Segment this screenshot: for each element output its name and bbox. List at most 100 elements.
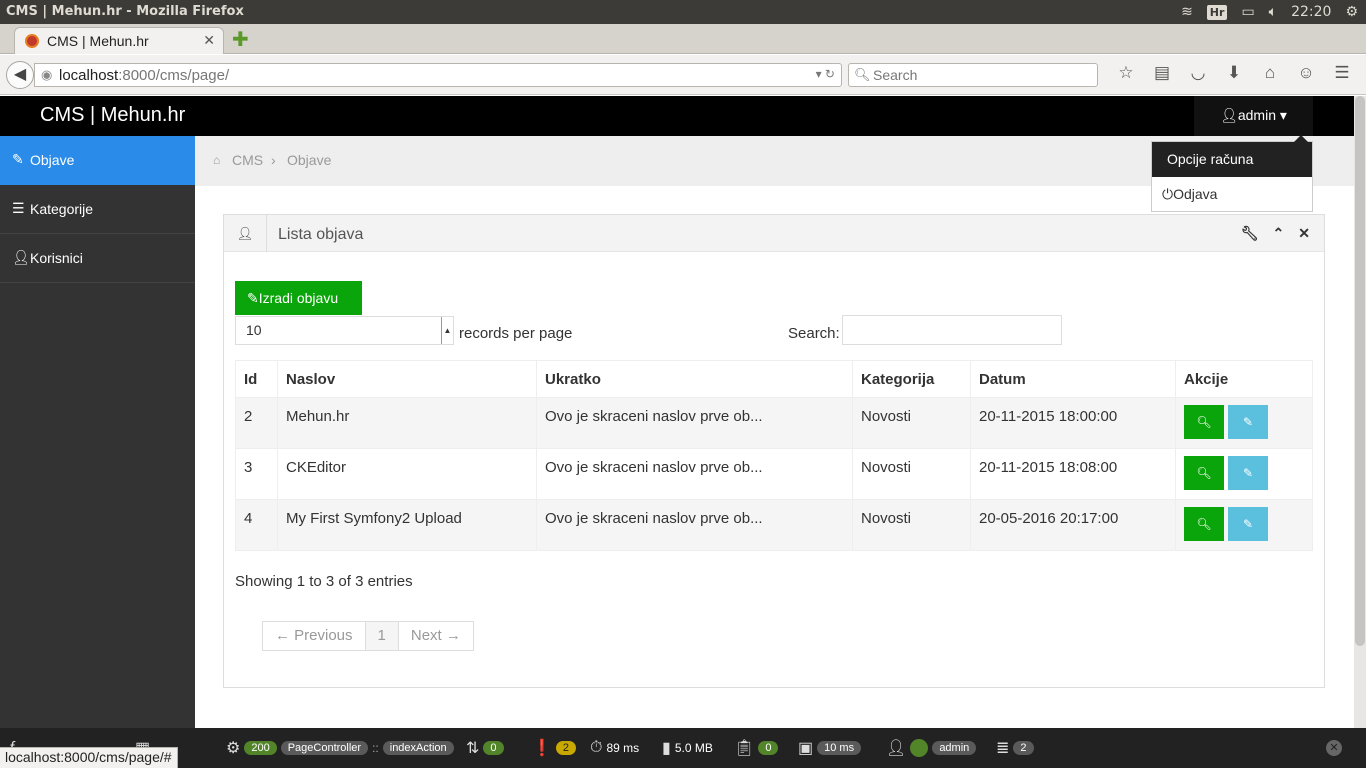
page-length-select[interactable]: 10 ▲ [235, 316, 454, 345]
cell-datum: 20-05-2016 20:17:00 [970, 499, 1176, 551]
profiler-db[interactable]: ≣ 2 [996, 738, 1034, 758]
scrollbar-thumb[interactable] [1355, 96, 1365, 646]
wifi-icon[interactable]: ≋ [1181, 4, 1193, 20]
warnings-badge: 2 [555, 741, 577, 755]
caret-down-icon: ▾ [1279, 107, 1287, 123]
column-header-datum[interactable]: Datum [970, 360, 1176, 398]
cell-naslov: My First Symfony2 Upload [277, 499, 537, 551]
view-button[interactable]: 🔍︎ [1184, 507, 1224, 541]
home-icon[interactable]: ⌂ [1252, 63, 1288, 83]
edit-button[interactable]: ✎ [1228, 456, 1268, 490]
page-scrollbar[interactable] [1354, 96, 1366, 728]
column-header-naslov[interactable]: Naslov [277, 360, 537, 398]
cell-datum: 20-11-2015 18:08:00 [970, 448, 1176, 500]
clock[interactable]: 22:20 [1291, 4, 1331, 20]
cell-actions: 🔍︎ ✎ [1175, 499, 1313, 551]
settings-gear-icon[interactable]: ⚙ [1345, 4, 1358, 20]
edit-icon: ✎ [1242, 517, 1254, 531]
bookmark-star-icon[interactable]: ☆ [1108, 63, 1144, 83]
logout-menu-item[interactable]: ⏻Odjava [1162, 186, 1217, 203]
breadcrumb-separator: › [271, 152, 276, 168]
controller-badge: PageController [280, 741, 369, 755]
pagination-next[interactable]: Next → [397, 621, 474, 651]
panel-header: 👤︎ Lista objava 🔧︎ ⌃ ✕ [224, 215, 1324, 252]
profiler-twig[interactable]: ▣ 10 ms [798, 738, 862, 758]
dropdown-arrow [1294, 135, 1308, 142]
panel-title: Lista objava [278, 226, 364, 243]
table-row: 2 Mehun.hr Ovo je skraceni naslov prve o… [235, 397, 1313, 449]
auth-status-dot [910, 739, 929, 757]
ajax-count-badge: 0 [483, 741, 504, 755]
sidebar-item-objave[interactable]: ✎ Objave [0, 136, 195, 185]
volume-icon[interactable]: 🔈︎ [1269, 4, 1277, 20]
sidebar-item-korisnici[interactable]: 👤︎ Korisnici [0, 234, 195, 283]
view-button[interactable]: 🔍︎ [1184, 456, 1224, 490]
chevron-up-icon[interactable]: ⌃ [1273, 225, 1285, 242]
hamburger-menu-icon[interactable]: ☰ [1324, 63, 1360, 83]
toolbar-icons: ☆ ▤ ◡ ⬇ ⌂ ☺ ☰ [1108, 63, 1360, 83]
cell-actions: 🔍︎ ✎ [1175, 397, 1313, 449]
profiler-time[interactable]: ⏱ 89 ms [590, 738, 639, 758]
profiler-logs[interactable]: ❗ 2 [532, 738, 577, 758]
pocket-icon[interactable]: ◡ [1180, 63, 1216, 83]
profiler-request[interactable]: ⚙ 200 PageController :: indexAction [226, 738, 454, 758]
new-tab-plus-icon[interactable]: ✚ [232, 27, 249, 51]
db-queries-badge: 2 [1013, 741, 1034, 755]
create-post-button[interactable]: ✎Izradi objavu [235, 281, 362, 315]
database-icon: ≣ [996, 740, 1010, 757]
edit-button[interactable]: ✎ [1228, 405, 1268, 439]
user-icon: 👤︎ [1220, 107, 1238, 123]
close-tab-icon[interactable]: ✕ [203, 32, 215, 49]
profiler-forms[interactable]: 📋︎ 0 [734, 738, 779, 758]
gear-icon: ⚙ [226, 740, 241, 757]
controller-separator: :: [372, 741, 379, 755]
browser-nav-bar: ◀ ◉ localhost:8000/cms/page/ ▾ ↻ 🔍︎ Sear… [0, 55, 1366, 95]
zoom-icon: 🔍︎ [1196, 415, 1212, 429]
keyboard-layout-indicator[interactable]: Hr [1206, 4, 1228, 20]
edit-button[interactable]: ✎ [1228, 507, 1268, 541]
profiler-memory[interactable]: ▮ 5.0 MB [662, 738, 713, 758]
list-icon: ☰ [12, 200, 25, 216]
status-code-badge: 200 [244, 741, 277, 755]
sidebar-item-kategorije[interactable]: ☰ Kategorije [0, 185, 195, 234]
profiler-ajax[interactable]: ⇅ 0 [466, 738, 504, 758]
power-icon: ⏻ [1162, 186, 1174, 202]
url-path: :8000/cms/page/ [118, 67, 230, 84]
url-bar[interactable]: ◉ localhost:8000/cms/page/ ▾ ↻ [34, 63, 842, 87]
profiler-security[interactable]: 👤︎ admin [886, 738, 977, 758]
breadcrumb-cms[interactable]: CMS [232, 152, 263, 168]
pagination-page-1[interactable]: 1 [364, 621, 399, 651]
twig-time-badge: 10 ms [817, 741, 862, 755]
pagination-previous[interactable]: ← Previous [262, 621, 366, 651]
table-row: 4 My First Symfony2 Upload Ovo je skrace… [235, 499, 1313, 551]
app-header: CMS | Mehun.hr 👤︎admin ▾ [0, 96, 1354, 136]
user-menu-toggle[interactable]: 👤︎admin ▾ [1194, 96, 1313, 136]
table-info: Showing 1 to 3 of 3 entries [235, 573, 413, 590]
sidebar-item-label: Kategorije [30, 201, 94, 217]
user-icon: 👤︎ [12, 249, 30, 265]
column-header-ukratko[interactable]: Ukratko [536, 360, 853, 398]
brand-title[interactable]: CMS | Mehun.hr [40, 104, 185, 127]
column-header-id[interactable]: Id [235, 360, 278, 398]
posts-table: Id Naslov Ukratko Kategorija Datum Akcij… [235, 360, 1313, 551]
back-arrow-icon[interactable]: ◀ [6, 61, 34, 89]
table-search-input[interactable] [842, 315, 1062, 345]
browser-search-box[interactable]: 🔍︎ Search [848, 63, 1098, 87]
cell-kategorija: Novosti [852, 499, 971, 551]
download-icon[interactable]: ⬇ [1216, 63, 1252, 83]
reading-list-icon[interactable]: ▤ [1144, 63, 1180, 83]
close-icon[interactable]: ✕ [1298, 225, 1310, 242]
page-length-label: records per page [459, 325, 573, 342]
time-value: 89 ms [606, 741, 640, 755]
wrench-icon[interactable]: 🔧︎ [1241, 225, 1259, 242]
profiler-user-badge: admin [932, 741, 977, 755]
column-header-kategorija[interactable]: Kategorija [852, 360, 971, 398]
chat-icon[interactable]: ☺ [1288, 63, 1324, 83]
view-button[interactable]: 🔍︎ [1184, 405, 1224, 439]
browser-tab[interactable]: CMS | Mehun.hr ✕ [14, 27, 224, 54]
reload-icon[interactable]: ▾ ↻ [816, 67, 835, 81]
close-toolbar-icon[interactable]: ✕ [1326, 740, 1342, 756]
template-icon: ▣ [798, 740, 814, 757]
url-host: localhost [59, 67, 119, 84]
battery-icon[interactable]: ▭ [1241, 4, 1254, 20]
